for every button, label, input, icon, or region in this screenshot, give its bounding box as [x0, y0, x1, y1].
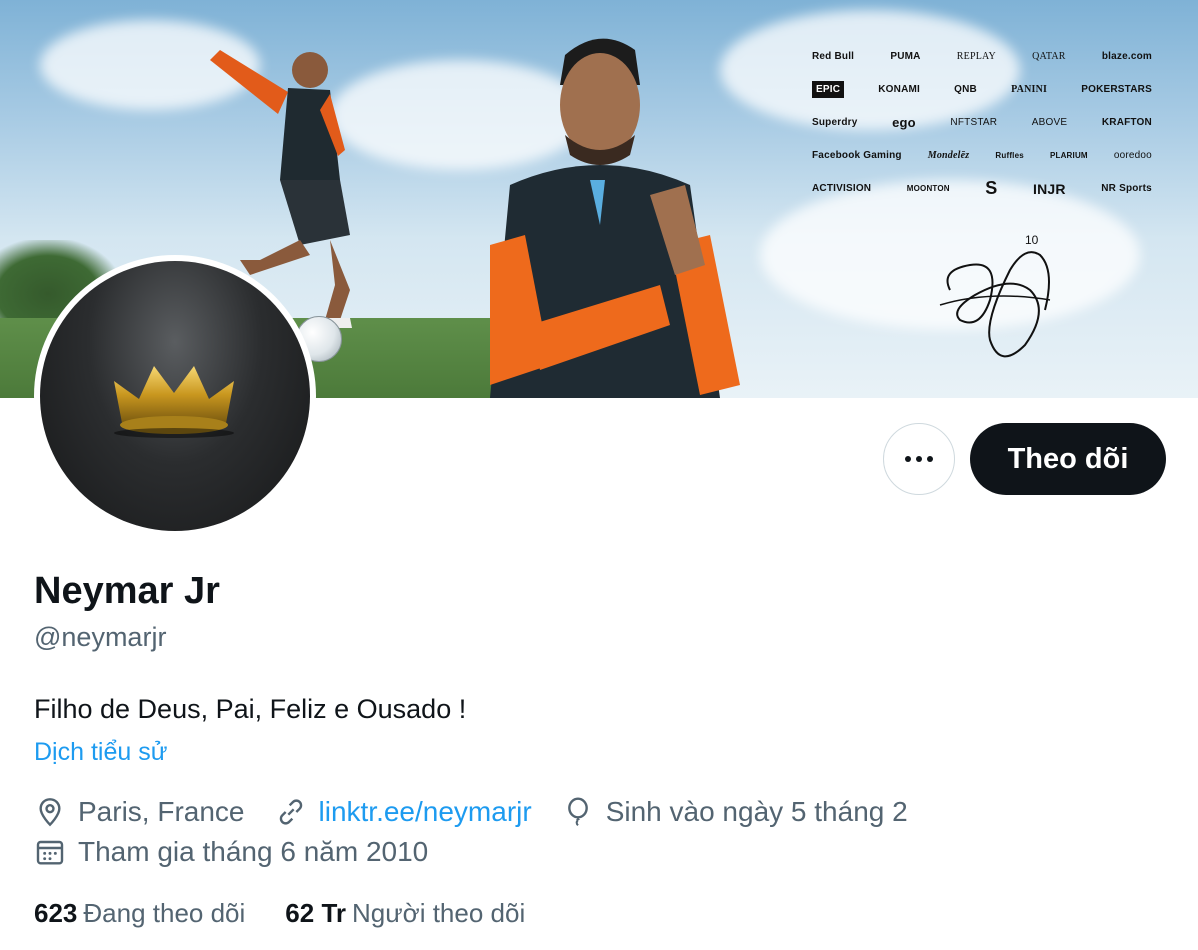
signature-number: 10	[1025, 233, 1039, 247]
sponsor-logo: EPIC	[812, 81, 845, 98]
sponsor-logo: Superdry	[812, 117, 858, 128]
sponsor-row: EPIC KONAMI QNB PANINI POKERSTARS	[812, 73, 1152, 106]
banner-player-portrait	[490, 38, 740, 398]
sponsor-logo: ABOVE	[1031, 117, 1068, 128]
sponsor-row: Facebook Gaming Mondelēz Ruffles PLARIUM…	[812, 139, 1152, 172]
crown-icon	[114, 366, 234, 438]
birthday-text: Sinh vào ngày 5 tháng 2	[605, 796, 908, 827]
sponsor-logo: QATAR	[1032, 51, 1066, 62]
sponsor-row: Red Bull PUMA REPLAY QATAR blaze.com	[812, 40, 1152, 73]
sponsor-logo: POKERSTARS	[1081, 84, 1152, 95]
sponsor-logo: ooredoo	[1113, 150, 1152, 161]
website-link[interactable]: linktr.ee/neymarjr	[319, 796, 532, 828]
following-label: Đang theo dõi	[83, 898, 246, 928]
sponsor-logo: Facebook Gaming	[812, 150, 902, 161]
sponsor-logo: REPLAY	[956, 51, 996, 62]
sponsor-logo: blaze.com	[1101, 51, 1152, 62]
calendar-icon	[36, 840, 64, 865]
sponsor-logo: INJR	[1033, 180, 1066, 197]
sponsor-logo: S	[985, 178, 998, 198]
sponsor-logo: ego	[892, 115, 916, 130]
translate-bio-link[interactable]: Dịch tiểu sử	[34, 738, 167, 767]
sponsor-logo: NR Sports	[1101, 183, 1152, 194]
balloon-icon	[567, 797, 588, 827]
profile-meta-row: Tham gia tháng 6 năm 2010	[34, 836, 458, 868]
profile-name: Neymar Jr	[34, 570, 220, 612]
more-dots-icon	[905, 456, 933, 462]
sponsor-logo: PUMA	[890, 51, 921, 62]
profile-meta-row: Paris, France linktr.ee/neymarjr Sinh và…	[34, 796, 938, 828]
signature-graphic: 10	[939, 233, 1051, 358]
joined-item: Tham gia tháng 6 năm 2010	[34, 836, 428, 868]
sponsor-logo: ACTIVISION	[812, 183, 872, 194]
profile-bio: Filho de Deus, Pai, Feliz e Ousado !	[34, 694, 467, 724]
sponsor-logo: QNB	[954, 84, 977, 95]
more-options-button[interactable]	[883, 423, 955, 495]
sponsor-logo: MOONTON	[906, 184, 950, 193]
location-pin-icon	[39, 798, 61, 827]
following-stat[interactable]: 623 Đang theo dõi	[34, 898, 245, 929]
joined-text: Tham gia tháng 6 năm 2010	[78, 836, 429, 867]
birthday-item: Sinh vào ngày 5 tháng 2	[562, 796, 908, 828]
sponsor-logo: PLARIUM	[1049, 151, 1088, 160]
sponsor-logos: Red Bull PUMA REPLAY QATAR blaze.com EPI…	[812, 40, 1152, 205]
profile-avatar[interactable]	[34, 255, 316, 537]
website-item[interactable]: linktr.ee/neymarjr	[275, 796, 532, 828]
follow-button[interactable]: Theo dõi	[970, 423, 1166, 495]
sponsor-logo: PANINI	[1011, 84, 1048, 95]
avatar-image	[40, 261, 310, 531]
sponsor-logo: Mondelēz	[927, 150, 970, 161]
location-item: Paris, France	[34, 796, 245, 828]
link-icon	[279, 799, 302, 825]
location-text: Paris, France	[78, 796, 245, 827]
sponsor-logo: KRAFTON	[1101, 117, 1152, 128]
profile-handle: @neymarjr	[34, 622, 167, 652]
followers-count: 62 Tr	[285, 898, 347, 928]
followers-stat[interactable]: 62 Tr Người theo dõi	[285, 898, 525, 929]
follow-stats: 623 Đang theo dõi 62 Tr Người theo dõi	[34, 898, 565, 929]
sponsor-row: Superdry ego NFTSTAR ABOVE KRAFTON	[812, 106, 1152, 139]
followers-label: Người theo dõi	[352, 898, 526, 928]
following-count: 623	[34, 898, 78, 928]
sponsor-logo: NFTSTAR	[950, 117, 998, 128]
sponsor-logo: KONAMI	[878, 84, 921, 95]
sponsor-row: ACTIVISION MOONTON S INJR NR Sports	[812, 172, 1152, 205]
sponsor-logo: Ruffles	[995, 151, 1024, 160]
sponsor-logo: Red Bull	[812, 51, 855, 62]
